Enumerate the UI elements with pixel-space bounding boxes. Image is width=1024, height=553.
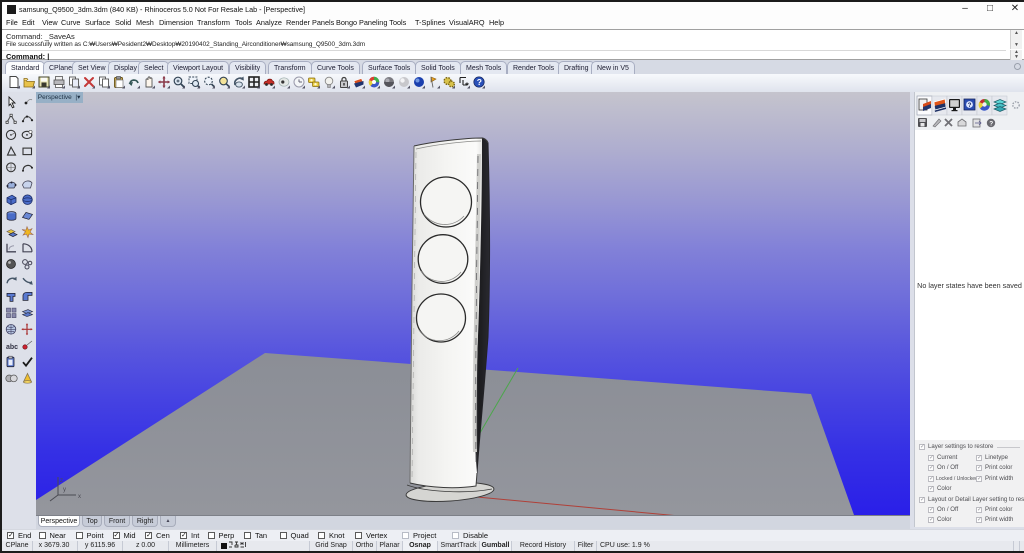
svg-text:x: x xyxy=(78,494,81,500)
svg-text:y: y xyxy=(63,487,66,493)
svg-text:?: ? xyxy=(989,121,993,128)
svg-text:abc: abc xyxy=(6,344,18,351)
svg-text:?: ? xyxy=(477,77,482,87)
svg-text:z: z xyxy=(60,478,63,484)
svg-text:?: ? xyxy=(968,103,972,109)
